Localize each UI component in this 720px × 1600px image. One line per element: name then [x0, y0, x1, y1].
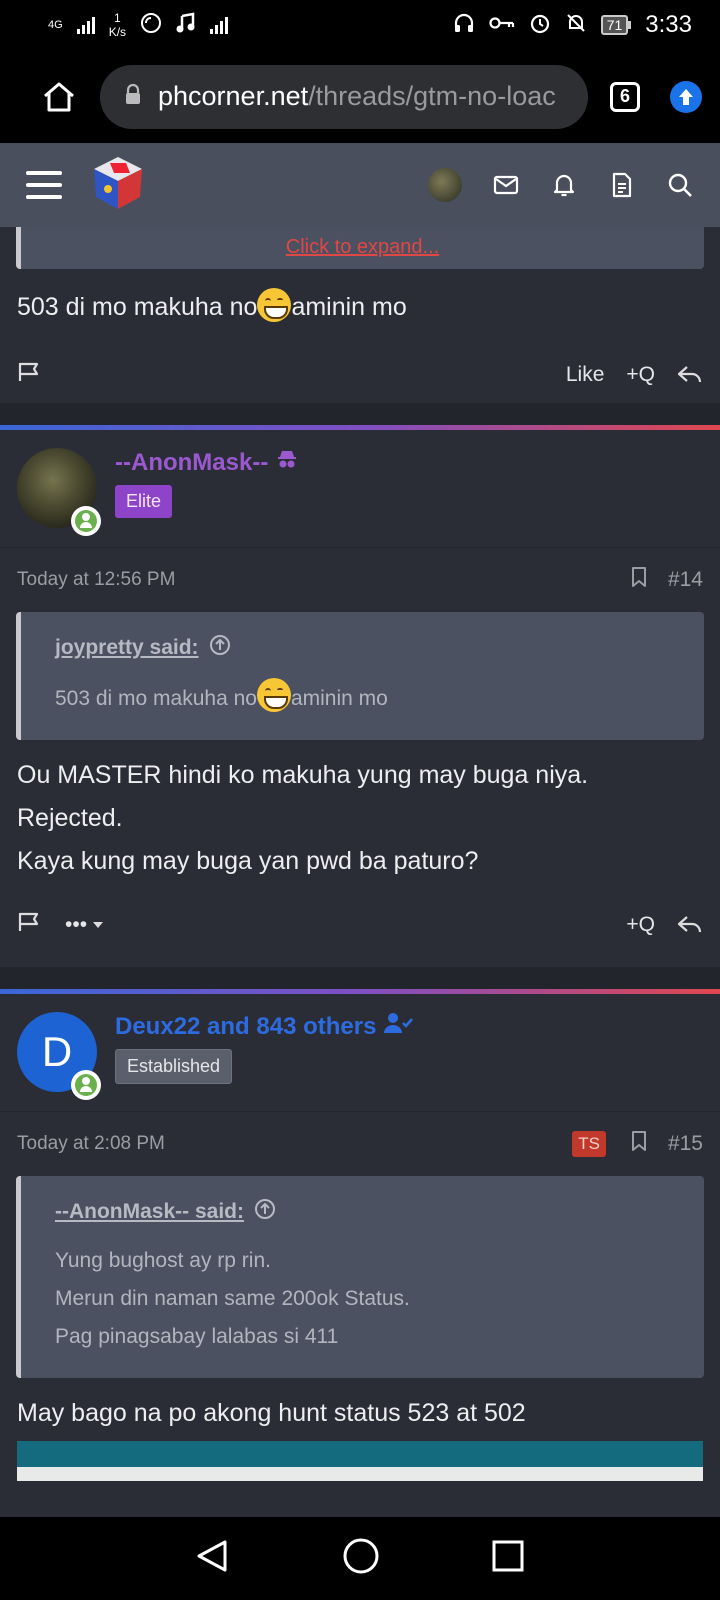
like-button[interactable]: Like [566, 363, 605, 387]
tab-switcher-button[interactable]: 6 [610, 81, 640, 112]
whats-new-icon[interactable] [608, 171, 636, 199]
online-status-icon [71, 506, 101, 536]
headset-icon [453, 12, 475, 38]
site-logo[interactable] [90, 155, 146, 216]
post-body: Ou MASTER hindi ko makuha yung may buga … [17, 761, 589, 875]
back-icon[interactable] [195, 1538, 231, 1579]
verified-user-icon [384, 1012, 414, 1041]
chevron-down-icon [93, 922, 104, 928]
clock: 3:33 [645, 11, 692, 38]
post-meta: Today at 2:08 PM TS #15 [0, 1112, 720, 1176]
search-icon[interactable] [666, 171, 694, 199]
author-avatar[interactable]: D [17, 1012, 101, 1100]
menu-icon[interactable] [26, 171, 62, 199]
system-navigation-bar [0, 1517, 720, 1600]
url-host: phcorner.net [158, 81, 309, 111]
system-status-bar: 4G 1 K/s 71 3:33 [0, 0, 720, 50]
post-date[interactable]: Today at 12:56 PM [17, 569, 175, 591]
alarm-icon [529, 12, 551, 38]
reply-icon [677, 916, 702, 933]
post-15: D Deux22 and 843 others Established Toda… [0, 994, 720, 1481]
arrow-up-circle-icon[interactable] [209, 634, 231, 662]
thread-content: Click to expand... 503 di mo makuha no am… [0, 227, 720, 1517]
post-body: May bago na po akong hunt status 523 at … [17, 1399, 526, 1427]
reply-icon [677, 366, 702, 383]
mute-bell-icon [565, 12, 587, 38]
reply-button[interactable] [677, 914, 703, 936]
bookmark-icon[interactable] [630, 566, 648, 594]
signal-icon [76, 16, 95, 34]
bookmark-icon[interactable] [630, 1130, 648, 1158]
post-author: --AnonMask-- Elite [0, 430, 720, 548]
post-date[interactable]: Today at 2:08 PM [17, 1133, 165, 1155]
update-button[interactable] [670, 80, 702, 113]
home-button[interactable] [36, 74, 82, 120]
inbox-icon[interactable] [492, 171, 520, 199]
author-username[interactable]: Deux22 and 843 others [115, 1012, 414, 1041]
post-attachment-image[interactable] [17, 1441, 703, 1481]
collapsed-quote: Click to expand... [16, 227, 704, 269]
lock-icon [124, 81, 142, 112]
reply-button[interactable] [677, 364, 703, 386]
grin-emoji-icon [256, 678, 291, 712]
post-separator [0, 967, 720, 989]
user-avatar[interactable] [428, 168, 462, 202]
click-to-expand-link[interactable]: Click to expand... [286, 236, 439, 259]
battery-indicator: 71 [600, 15, 632, 35]
arrow-up-circle-icon[interactable] [254, 1198, 276, 1226]
quote-author-link[interactable]: joypretty said: [55, 634, 670, 662]
quoted-message: --AnonMask-- said: Yung bughost ay rp ri… [16, 1176, 704, 1378]
address-bar[interactable]: phcorner.net/threads/gtm-no-loac [100, 64, 588, 129]
author-avatar[interactable] [17, 448, 101, 536]
arrow-up-icon [679, 88, 693, 105]
incognito-icon [276, 448, 298, 477]
grin-emoji-icon [257, 288, 292, 322]
post-body: 503 di mo makuha no aminin mo [0, 285, 720, 347]
home-icon [44, 82, 74, 111]
post-meta: Today at 12:56 PM #14 [0, 548, 720, 612]
browser-toolbar: phcorner.net/threads/gtm-no-loac 6 [0, 50, 720, 143]
home-circle-icon[interactable] [342, 1537, 380, 1580]
bell-icon[interactable] [550, 171, 578, 199]
site-header [0, 143, 720, 227]
user-title-badge: Established [115, 1049, 233, 1084]
post-actions: Like +Q [0, 347, 720, 403]
network-speed: 1 K/s [108, 11, 127, 39]
multi-quote-button[interactable]: +Q [626, 363, 655, 387]
quoted-message: joypretty said: 503 di mo makuha no amini… [16, 612, 704, 740]
post-author: D Deux22 and 843 others Established [0, 994, 720, 1112]
network-type: 4G [48, 19, 63, 31]
user-title-badge: Elite [115, 485, 173, 518]
vpn-key-icon [489, 15, 515, 35]
url-path: /threads/gtm-no-loac [308, 81, 556, 111]
post-13: Click to expand... 503 di mo makuha no am… [0, 227, 720, 403]
music-icon [176, 12, 196, 38]
wifi-signal-icon [210, 16, 229, 34]
online-status-icon [71, 1070, 101, 1100]
post-14: --AnonMask-- Elite Today at 12:56 PM #14… [0, 430, 720, 967]
report-flag-icon[interactable] [17, 911, 41, 939]
quote-text: 503 di mo makuha no aminin mo [55, 678, 670, 718]
post-number[interactable]: #15 [668, 1132, 703, 1156]
post-separator [0, 403, 720, 425]
post-number[interactable]: #14 [668, 568, 703, 592]
quote-text: Yung bughost ay rp rin. Merun din naman … [55, 1249, 410, 1348]
post-actions: ••• +Q [0, 883, 720, 967]
recents-icon[interactable] [491, 1539, 525, 1578]
thread-starter-badge: TS [572, 1131, 606, 1157]
multi-quote-button[interactable]: +Q [626, 913, 655, 937]
author-username[interactable]: --AnonMask-- [115, 448, 298, 477]
quote-author-link[interactable]: --AnonMask-- said: [55, 1198, 670, 1226]
sync-icon [140, 12, 162, 38]
report-flag-icon[interactable] [17, 361, 41, 389]
more-options-button[interactable]: ••• [65, 913, 105, 937]
